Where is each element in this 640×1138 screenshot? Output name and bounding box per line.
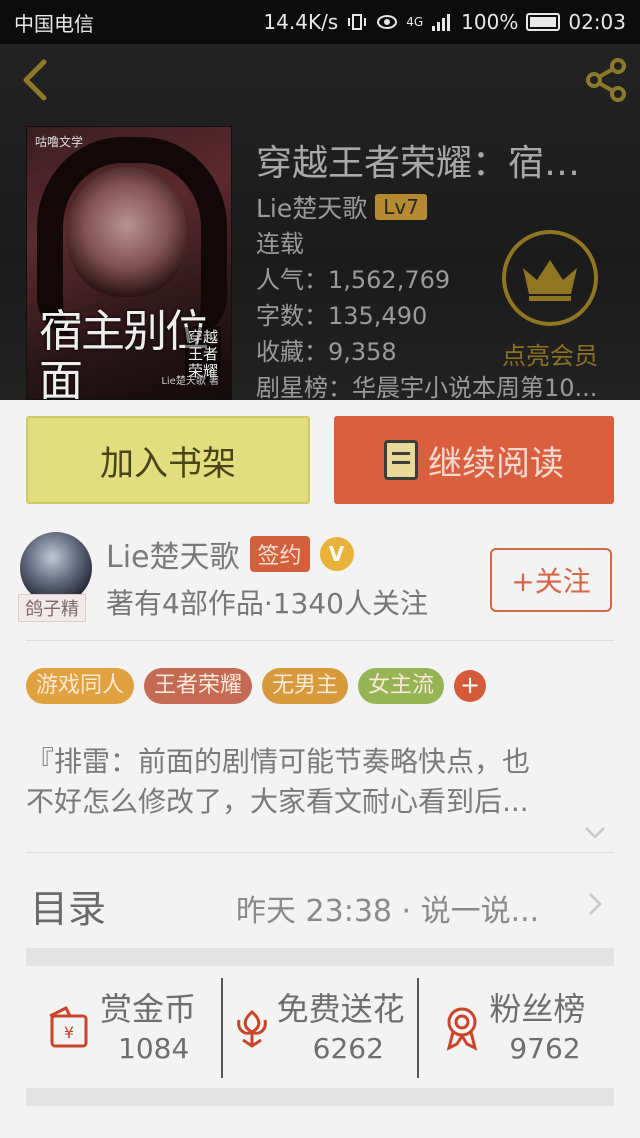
author-name: Lie楚天歌	[106, 540, 240, 575]
status-right: 14.4K/s 4G 100% 02:03	[263, 10, 626, 34]
battery-percent: 100%	[461, 10, 519, 34]
reward-coins-stat[interactable]: ¥ 赏金币 1084	[26, 978, 221, 1078]
action-buttons: 加入书架 继续阅读	[26, 416, 614, 504]
share-icon[interactable]	[582, 56, 630, 104]
verified-badge-icon: V	[319, 537, 354, 571]
flower-icon	[236, 1010, 267, 1048]
book-rank[interactable]: 剧星榜：华晨宇小说本周第10...	[256, 370, 626, 400]
member-circle	[502, 230, 598, 326]
tag-item[interactable]: 女主流	[358, 668, 445, 704]
chevron-right-icon	[589, 893, 602, 915]
section-separator	[26, 948, 614, 966]
member-label: 点亮会员	[502, 342, 598, 370]
stat-value: 6262	[312, 1032, 384, 1065]
follow-button[interactable]: +关注	[490, 548, 612, 612]
tag-item[interactable]: 王者荣耀	[144, 668, 253, 704]
stat-name: 赏金币	[100, 990, 197, 1028]
tag-item[interactable]: 无男主	[262, 668, 349, 704]
vibrate-icon	[348, 14, 367, 30]
stat-value: 9762	[509, 1032, 581, 1065]
medal-icon	[447, 1007, 478, 1051]
signal-icon	[432, 14, 451, 31]
cover-brand: 咕噜文学	[35, 135, 84, 149]
author-name-row: Lie楚天歌 签约 V	[106, 532, 354, 576]
chevron-down-icon[interactable]	[584, 826, 606, 840]
stats-row: ¥ 赏金币 1084 免费送花 6262 粉丝榜 9762	[26, 978, 614, 1078]
member-badge[interactable]: 点亮会员	[480, 230, 620, 371]
tag-item[interactable]: 游戏同人	[26, 668, 135, 704]
battery-icon	[526, 13, 561, 31]
tag-list: 游戏同人 王者荣耀 无男主 女主流 +	[26, 668, 487, 704]
cover-art-face	[67, 167, 187, 297]
network-type: 4G	[406, 15, 424, 29]
add-to-shelf-label: 加入书架	[100, 443, 236, 484]
stat-value: 1084	[118, 1032, 190, 1065]
synopsis-line: 不好怎么修改了，大家看文耐心看到后...	[26, 785, 529, 818]
back-arrow-icon[interactable]	[18, 58, 52, 102]
toc-meta: 昨天 23:38 · 说一说...	[236, 894, 540, 929]
book-author[interactable]: Lie楚天歌	[256, 189, 367, 225]
coin-envelope-icon: ¥	[49, 1005, 88, 1048]
book-author-row: Lie楚天歌 Lv7	[256, 188, 628, 226]
divider	[26, 640, 614, 641]
stat-name: 粉丝榜	[489, 990, 586, 1028]
continue-reading-button[interactable]: 继续阅读	[334, 416, 614, 504]
author-level-badge: Lv7	[375, 194, 427, 220]
stat-name: 免费送花	[276, 990, 405, 1028]
more-tags-button[interactable]: +	[454, 670, 487, 702]
cover-author: Lie楚天歌 著	[161, 376, 219, 387]
section-separator	[26, 1088, 614, 1106]
status-bar: 中国电信 14.4K/s 4G 100% 02:03	[0, 0, 640, 44]
synopsis[interactable]: 『排雷：前面的剧情可能节奏略快点，也 不好怎么修改了，大家看文耐心看到后...	[26, 742, 616, 822]
clock: 02:03	[568, 10, 626, 34]
table-of-contents-row[interactable]: 目录 昨天 23:38 · 说一说...	[0, 852, 640, 952]
author-card[interactable]: 鸽子精 Lie楚天歌 签约 V 著有4部作品·1340人关注 +关注	[0, 528, 640, 636]
fan-rank-stat[interactable]: 粉丝榜 9762	[417, 978, 614, 1078]
network-speed: 14.4K/s	[263, 10, 339, 34]
carrier-label: 中国电信	[14, 11, 94, 36]
crown-icon	[523, 260, 577, 301]
free-flowers-stat[interactable]: 免费送花 6262	[220, 978, 418, 1078]
book-detail-content: 加入书架 继续阅读 鸽子精 Lie楚天歌 签约 V 著有4部作品·1340人关注…	[0, 400, 640, 1138]
book-title: 穿越王者荣耀：宿主别...	[256, 143, 616, 184]
eye-icon	[377, 15, 398, 29]
book-icon	[384, 440, 418, 480]
synopsis-line: 『排雷：前面的剧情可能节奏略快点，也	[26, 745, 531, 778]
author-description: 著有4部作品·1340人关注	[106, 587, 428, 620]
add-to-shelf-button[interactable]: 加入书架	[26, 416, 310, 504]
continue-reading-label: 继续阅读	[428, 443, 564, 484]
toc-label: 目录	[30, 887, 107, 931]
book-header: 咕噜文学 宿主别位面 穿越王者荣耀 Lie楚天歌 著 穿越王者荣耀：宿主别...…	[0, 44, 640, 400]
signed-badge: 签约	[249, 536, 310, 572]
avatar-tag: 鸽子精	[18, 594, 86, 622]
svg-text:¥: ¥	[64, 1023, 74, 1042]
book-cover[interactable]: 咕噜文学 宿主别位面 穿越王者荣耀 Lie楚天歌 著	[26, 126, 232, 400]
